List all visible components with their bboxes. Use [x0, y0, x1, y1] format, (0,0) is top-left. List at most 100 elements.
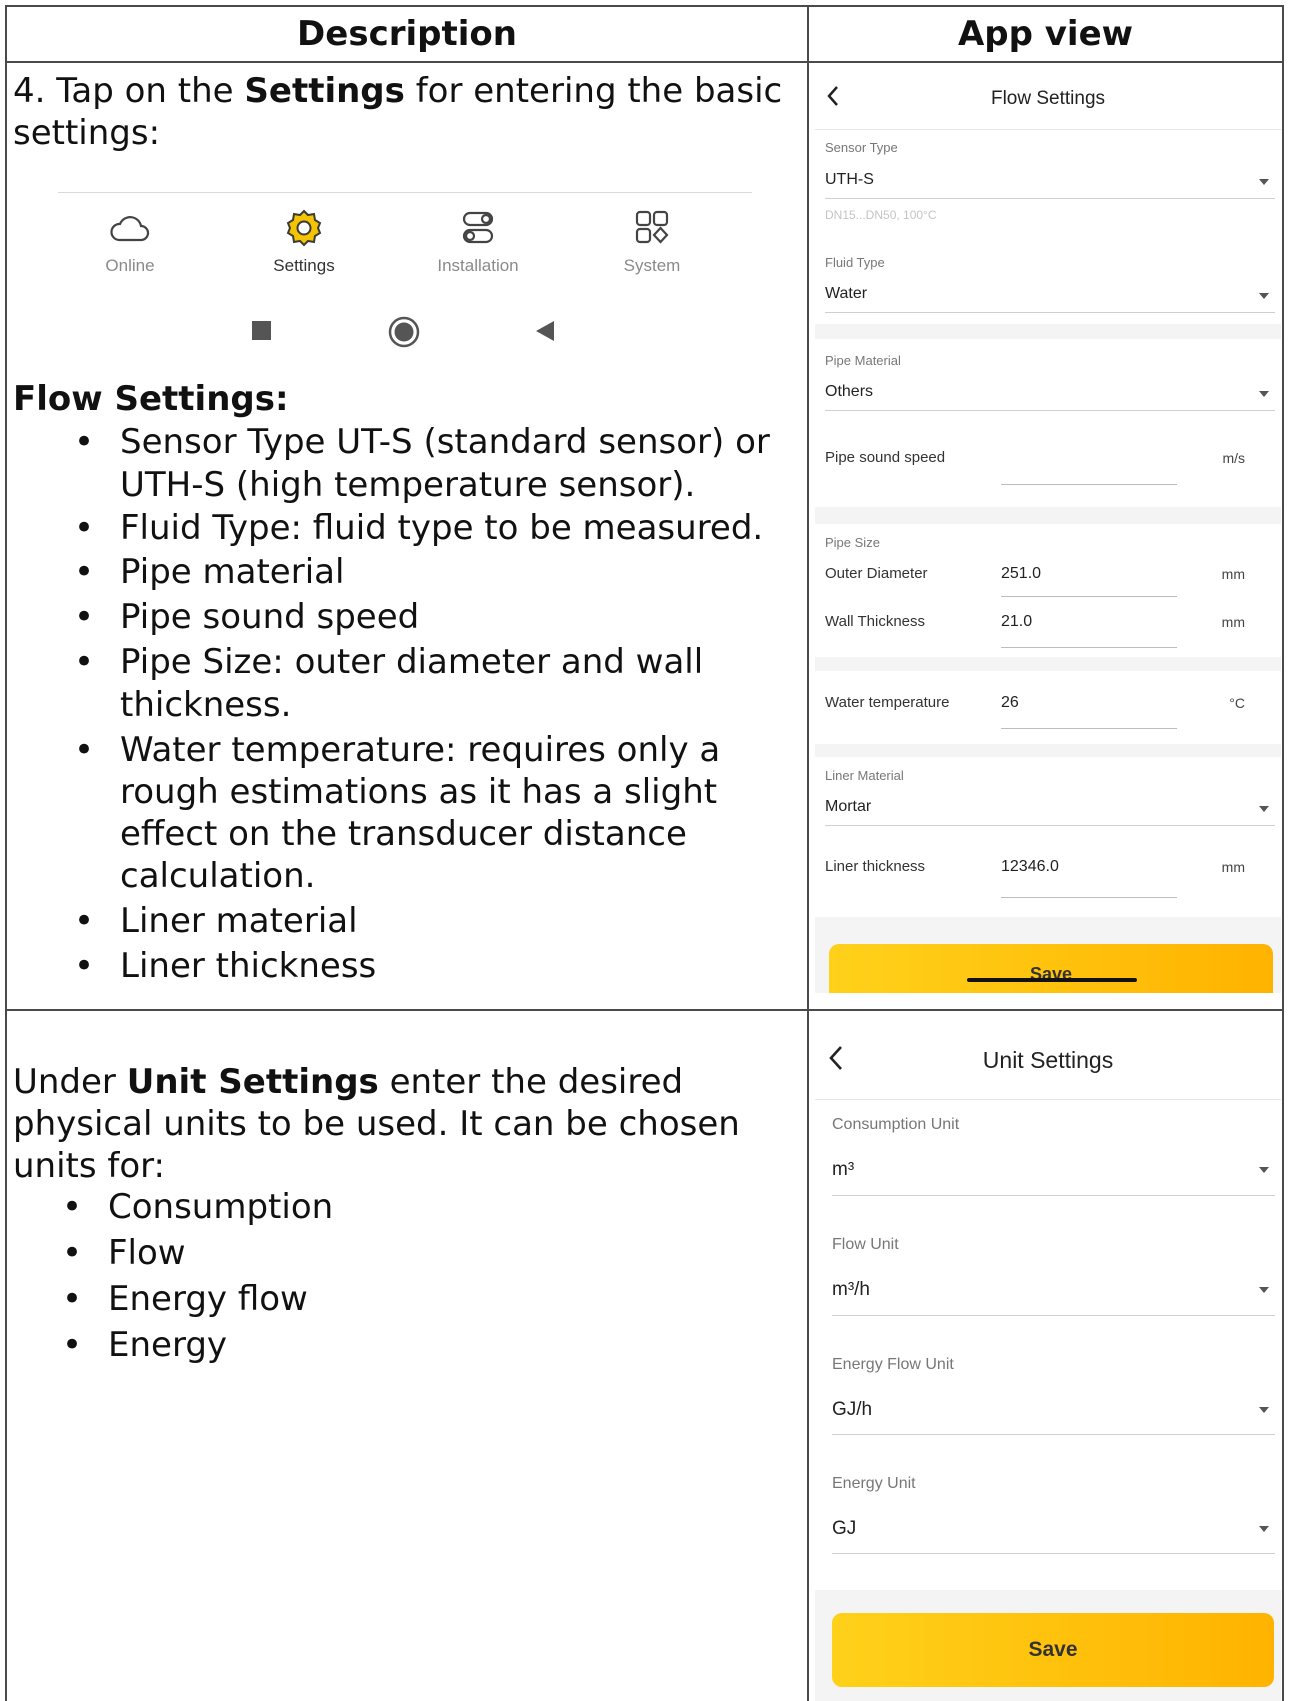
water-temp-label: Water temperature — [825, 694, 950, 711]
bullet-text: Energy — [108, 1325, 228, 1365]
liner-thickness-label: Liner thickness — [825, 858, 926, 875]
wall-thickness-underline — [1001, 647, 1177, 648]
chevron-down-icon[interactable] — [1259, 179, 1269, 185]
chevron-down-icon[interactable] — [1259, 293, 1269, 299]
bullet-text: Energy flow — [108, 1279, 308, 1319]
bullet-text: Fluid Type: fluid type to be measured. — [120, 508, 764, 548]
pipe-sound-speed-unit: m/s — [1222, 450, 1245, 466]
list-item: • Flow — [62, 1233, 186, 1273]
square-icon — [252, 321, 271, 340]
save-button[interactable]: Save — [832, 1613, 1274, 1687]
sensor-type-hint: DN15...DN50, 100°C — [825, 208, 937, 222]
pipe-material-select[interactable]: Others — [825, 383, 873, 401]
chevron-down-icon[interactable] — [1259, 1167, 1269, 1173]
chevron-down-icon[interactable] — [1259, 1526, 1269, 1532]
list-item: • Liner material — [74, 901, 358, 941]
pipe-size-section — [815, 524, 1281, 657]
pipe-sound-speed-label: Pipe sound speed — [825, 449, 946, 466]
energy-flow-caption: Energy Flow Unit — [832, 1356, 954, 1373]
energy-flow-select[interactable]: GJ/h — [832, 1399, 872, 1421]
wall-thickness-input[interactable]: 21.0 — [1001, 613, 1032, 631]
intro-text: Under — [13, 1062, 127, 1102]
cloud-icon — [110, 216, 150, 242]
back-button[interactable] — [534, 319, 558, 347]
sensor-type-select[interactable]: UTH-S — [825, 171, 874, 189]
nav-label: Installation — [437, 256, 519, 275]
liner-thickness-input[interactable]: 12346.0 — [1001, 858, 1059, 876]
bullet-text: Consumption — [108, 1187, 334, 1227]
water-temp-unit: °C — [1229, 695, 1245, 711]
pipe-sound-speed-underline — [1001, 484, 1177, 485]
list-item: • Pipe Size: outer diameter and wall thic… — [74, 642, 704, 725]
table-border-left — [5, 5, 7, 1701]
list-item: • Consumption — [62, 1187, 334, 1227]
liner-material-select[interactable]: Mortar — [825, 798, 871, 816]
nav-label: Online — [105, 256, 155, 275]
outer-diameter-input[interactable]: 251.0 — [1001, 565, 1041, 583]
recents-button[interactable] — [251, 320, 273, 346]
outer-diameter-underline — [1001, 596, 1177, 597]
water-temp-input[interactable]: 26 — [1001, 694, 1019, 712]
nav-item-installation[interactable]: Installation — [408, 206, 548, 276]
flow-settings-screen: Flow Settings Sensor Type UTH-S DN15...D… — [815, 64, 1281, 993]
bullet-text: Pipe Size: outer diameter and wall thick… — [120, 642, 704, 725]
energy-flow-underline — [832, 1434, 1275, 1435]
consumption-underline — [832, 1195, 1275, 1196]
gear-icon — [286, 209, 322, 247]
list-item: • Pipe sound speed — [74, 597, 420, 637]
unit-settings-screen: Unit Settings Consumption Unit m³ Flow U… — [815, 1013, 1281, 1701]
fluid-type-select[interactable]: Water — [825, 285, 867, 303]
flow-unit-select[interactable]: m³/h — [832, 1279, 870, 1301]
wall-thickness-unit: mm — [1221, 614, 1245, 630]
home-indicator — [967, 978, 1137, 982]
bullet-text: Pipe sound speed — [120, 597, 420, 637]
energy-select[interactable]: GJ — [832, 1518, 856, 1540]
row2-intro: Under Unit Settings enter the desired ph… — [13, 1061, 783, 1187]
flow-settings-heading: Flow Settings: — [13, 379, 289, 419]
pipe-sound-speed-input[interactable] — [1001, 449, 1177, 471]
list-item: • Energy — [62, 1325, 228, 1365]
nav-item-system[interactable]: System — [582, 206, 722, 276]
pipe-material-caption: Pipe Material — [825, 353, 901, 368]
list-item: • Water temperature: requires only a roug… — [74, 730, 721, 896]
table-border-row — [5, 1009, 1284, 1011]
intro-text: 4. Tap on the — [13, 71, 245, 111]
nav-item-settings[interactable]: Settings — [234, 206, 374, 276]
save-button[interactable]: Save — [829, 944, 1273, 993]
bullet-text: Sensor Type UT-S (standard sensor) or UT… — [120, 422, 770, 505]
nav-label: System — [623, 256, 681, 275]
outer-diameter-unit: mm — [1221, 566, 1245, 582]
flow-bullets: • Sensor Type UT-S (standard sensor) or U… — [70, 421, 805, 989]
chevron-down-icon[interactable] — [1259, 1407, 1269, 1413]
chevron-down-icon[interactable] — [1259, 1287, 1269, 1293]
list-item: • Pipe material — [74, 552, 345, 592]
flow-unit-underline — [832, 1315, 1275, 1316]
nav-label: Settings — [273, 256, 335, 275]
sensor-type-underline — [825, 198, 1275, 199]
home-button[interactable] — [388, 316, 420, 352]
water-temp-underline — [1001, 728, 1177, 729]
list-item: • Sensor Type UT-S (standard sensor) or U… — [74, 422, 770, 505]
nav-item-online[interactable]: Online — [60, 206, 200, 276]
liner-thickness-underline — [1001, 897, 1177, 898]
header-app-view: App view — [957, 14, 1134, 54]
header-description: Description — [297, 14, 517, 54]
chevron-down-icon[interactable] — [1259, 806, 1269, 812]
consumption-select[interactable]: m³ — [832, 1159, 854, 1181]
liner-material-underline — [825, 825, 1275, 826]
list-item: • Liner thickness — [74, 946, 377, 986]
outer-diameter-label: Outer Diameter — [825, 565, 928, 582]
bullet-text: Water temperature: requires only a rough… — [120, 730, 721, 896]
sensor-type-caption: Sensor Type — [825, 140, 898, 155]
pipe-size-caption: Pipe Size — [825, 535, 880, 550]
bullet-text: Liner thickness — [120, 946, 377, 986]
consumption-caption: Consumption Unit — [832, 1116, 960, 1133]
row1-intro: 4. Tap on the Settings for entering the … — [13, 70, 803, 154]
energy-underline — [832, 1553, 1275, 1554]
chevron-down-icon[interactable] — [1259, 391, 1269, 397]
grid-icon — [635, 210, 669, 244]
wall-thickness-label: Wall Thickness — [825, 613, 926, 630]
intro-bold: Unit Settings — [126, 1062, 379, 1102]
intro-bold: Settings — [244, 71, 405, 111]
bullet-text: Liner material — [120, 901, 358, 941]
